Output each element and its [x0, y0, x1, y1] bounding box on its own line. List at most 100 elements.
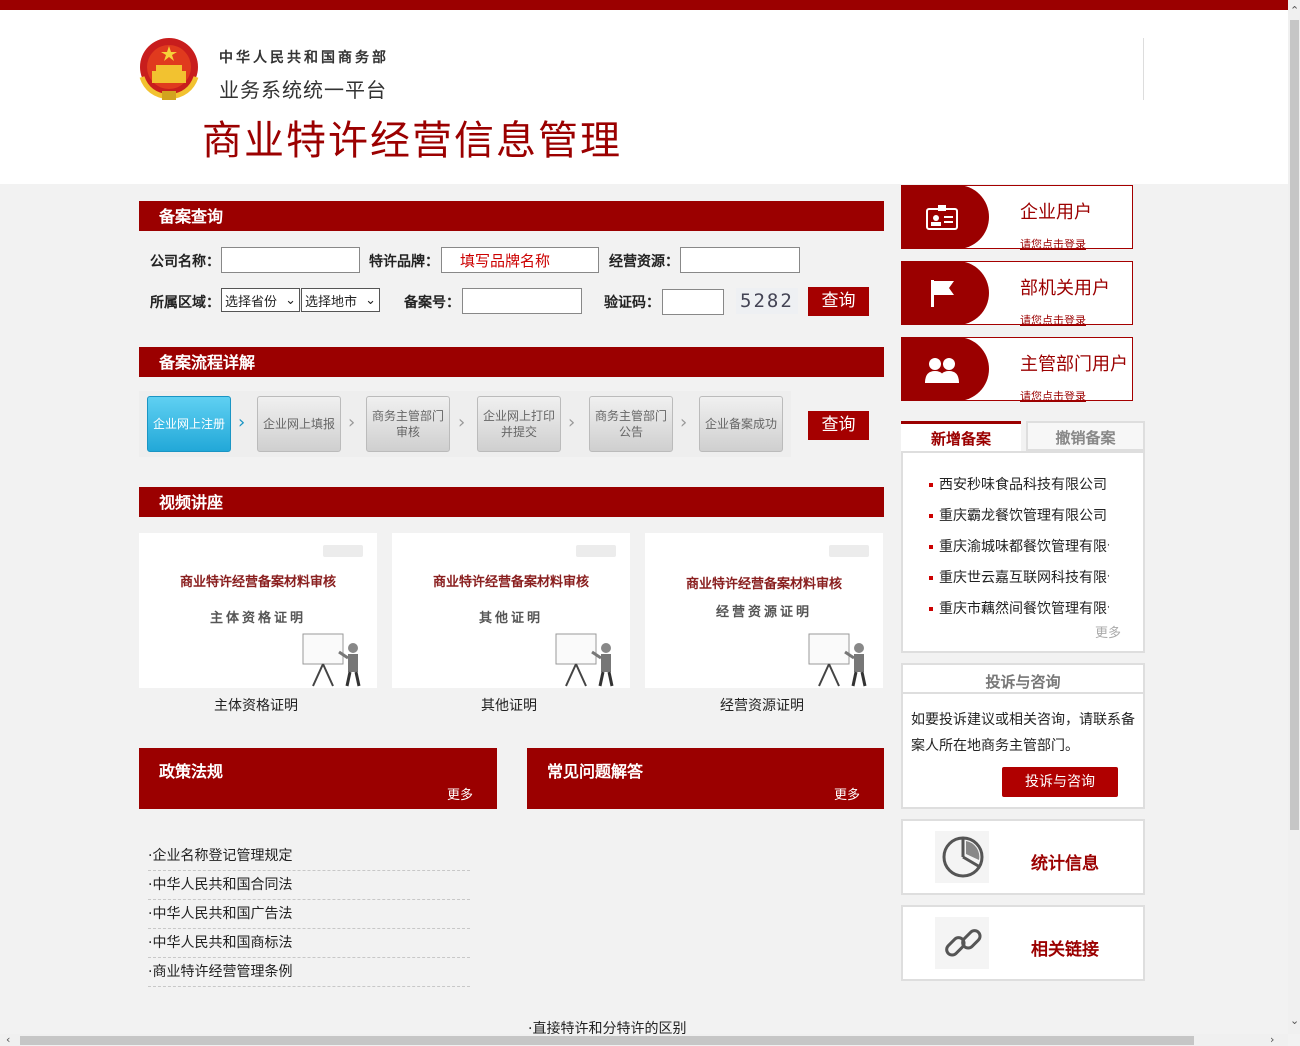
user-title: 主管部门用户 — [1020, 354, 1128, 375]
record-no-label: 备案号： — [404, 295, 460, 311]
video-caption[interactable]: 经营资源证明 — [643, 695, 881, 715]
faq-more-link[interactable]: 更多 — [834, 784, 860, 803]
resource-label: 经营资源： — [609, 254, 679, 270]
top-accent-bar — [0, 0, 1288, 10]
login-link[interactable]: 请您点击登录 — [1020, 388, 1086, 404]
pie-chart-icon — [942, 836, 984, 878]
user-title: 部机关用户 — [1020, 278, 1110, 299]
stats-label: 统计信息 — [1031, 854, 1099, 874]
video-caption[interactable]: 其他证明 — [390, 695, 628, 715]
list-item[interactable]: 重庆霸龙餐饮管理有限公司 — [929, 505, 1109, 536]
region-label: 所属区域： — [150, 295, 220, 311]
video-card-other[interactable]: 商业特许经营备案材料审核 其他证明 — [392, 533, 630, 688]
tab-new-records[interactable]: 新增备案 — [901, 421, 1021, 451]
video-logo — [829, 545, 869, 557]
vertical-scroll-thumb[interactable] — [1290, 20, 1299, 830]
complaint-title: 投诉与咨询 — [985, 673, 1061, 691]
policy-list: ·企业名称登记管理规定 ·中华人民共和国合同法 ·中华人民共和国广告法 ·中华人… — [148, 842, 470, 987]
video-card-resource[interactable]: 商业特许经营备案材料审核 经营资源证明 — [645, 533, 883, 688]
chevron-right-icon: › — [568, 412, 576, 433]
province-select[interactable]: 选择省份 ⌄ — [221, 288, 300, 312]
chevron-right-icon: › — [458, 412, 466, 433]
chevron-right-icon: › — [680, 412, 688, 433]
records-list: 西安秒味食品科技有限公司 重庆霸龙餐饮管理有限公司 重庆渝城味都餐饮管理有限公司… — [929, 474, 1109, 629]
process-query-button[interactable]: 查询 — [808, 411, 869, 440]
captcha-image[interactable]: 5282 — [736, 288, 798, 314]
complaint-button[interactable]: 投诉与咨询 — [1002, 767, 1118, 797]
links-box[interactable]: 相关链接 — [901, 905, 1145, 981]
company-label: 公司名称： — [150, 254, 220, 270]
tab-revoked-records[interactable]: 撤销备案 — [1026, 421, 1145, 451]
chevron-down-icon: ⌄ — [285, 292, 296, 308]
scroll-down-icon[interactable]: ⌄ — [1290, 1014, 1299, 1027]
platform-name: 业务系统统一平台 — [219, 78, 387, 102]
list-item[interactable]: 重庆世云嘉互联网科技有限公司 — [929, 567, 1109, 598]
list-item[interactable]: 重庆市藕然间餐饮管理有限公司 — [929, 598, 1109, 629]
city-select[interactable]: 选择地市 ⌄ — [301, 288, 380, 312]
video-section-title: 视频讲座 — [159, 493, 224, 512]
national-emblem-icon — [139, 38, 199, 100]
list-item[interactable]: ·中华人民共和国合同法 — [148, 871, 470, 900]
province-select-value: 选择省份 — [225, 294, 278, 310]
ministry-user-login[interactable]: 部机关用户 请您点击登录 — [901, 261, 1133, 328]
stats-box[interactable]: 统计信息 — [901, 819, 1145, 895]
links-label: 相关链接 — [1031, 940, 1099, 960]
department-user-login[interactable]: 主管部门用户 请您点击登录 — [901, 337, 1133, 404]
brand-input[interactable]: 填写品牌名称 — [441, 247, 599, 273]
chevron-right-icon: › — [348, 412, 356, 433]
video-logo — [576, 545, 616, 557]
login-link[interactable]: 请您点击登录 — [1020, 236, 1086, 252]
login-link[interactable]: 请您点击登录 — [1020, 312, 1086, 328]
records-more-link[interactable]: 更多 — [1095, 622, 1121, 641]
user-title: 企业用户 — [1020, 202, 1092, 223]
captcha-input[interactable] — [662, 289, 724, 315]
search-query-button[interactable]: 查询 — [808, 287, 869, 316]
scroll-right-icon[interactable]: › — [1270, 1033, 1274, 1046]
ministry-name: 中华人民共和国商务部 — [219, 50, 389, 66]
enterprise-user-login[interactable]: 企业用户 请您点击登录 — [901, 185, 1133, 252]
list-item[interactable]: ·中华人民共和国广告法 — [148, 900, 470, 929]
process-section-title: 备案流程详解 — [159, 353, 256, 372]
presentation-board-icon — [302, 633, 361, 687]
step-register[interactable]: 企业网上注册 — [147, 396, 231, 452]
search-section-header: 备案查询 — [139, 201, 884, 231]
video-card-subject[interactable]: 商业特许经营备案材料审核 主体资格证明 — [139, 533, 377, 688]
brand-label: 特许品牌： — [369, 254, 439, 270]
horizontal-scroll-thumb[interactable] — [20, 1036, 1194, 1045]
faq-panel-header: 常见问题解答 更多 — [527, 748, 884, 809]
video-caption[interactable]: 主体资格证明 — [137, 695, 375, 715]
list-item[interactable]: 西安秒味食品科技有限公司 — [929, 474, 1109, 505]
policy-title: 政策法规 — [159, 762, 224, 781]
step-review[interactable]: 商务主管部门 审核 — [366, 396, 450, 452]
step-print-submit[interactable]: 企业网上打印 并提交 — [477, 396, 561, 452]
step-announce[interactable]: 商务主管部门 公告 — [589, 396, 673, 452]
process-section-header: 备案流程详解 — [139, 347, 884, 377]
list-item[interactable]: 重庆渝城味都餐饮管理有限公司 — [929, 536, 1109, 567]
header-divider — [1143, 38, 1144, 100]
video-section-header: 视频讲座 — [139, 487, 884, 517]
presentation-board-icon — [555, 633, 614, 687]
page-title: 商业特许经营信息管理 — [202, 118, 622, 164]
step-success[interactable]: 企业备案成功 — [699, 396, 783, 452]
city-select-value: 选择地市 — [305, 294, 358, 310]
policy-panel-header: 政策法规 更多 — [139, 748, 497, 809]
resource-input[interactable] — [680, 247, 800, 273]
list-item[interactable]: ·商业特许经营管理条例 — [148, 958, 470, 987]
chevron-right-icon: › — [238, 412, 246, 433]
chain-link-icon — [945, 929, 982, 957]
scroll-up-icon[interactable]: ⌃ — [1290, 4, 1299, 17]
record-no-input[interactable] — [462, 288, 582, 314]
step-fill-in[interactable]: 企业网上填报 — [257, 396, 341, 452]
company-name-input[interactable] — [221, 247, 360, 273]
list-item[interactable]: ·中华人民共和国商标法 — [148, 929, 470, 958]
complaint-text: 如要投诉建议或相关咨询，请联系备案人所在地商务主管部门。 — [911, 712, 1135, 754]
id-card-icon — [926, 205, 958, 230]
search-section-title: 备案查询 — [159, 207, 224, 226]
video-logo — [323, 545, 363, 557]
list-item[interactable]: ·企业名称登记管理规定 — [148, 842, 470, 871]
presentation-board-icon — [808, 633, 867, 687]
chevron-down-icon: ⌄ — [365, 292, 376, 308]
faq-title: 常见问题解答 — [547, 762, 644, 781]
policy-more-link[interactable]: 更多 — [447, 784, 473, 803]
scroll-left-icon[interactable]: ‹ — [6, 1033, 10, 1046]
